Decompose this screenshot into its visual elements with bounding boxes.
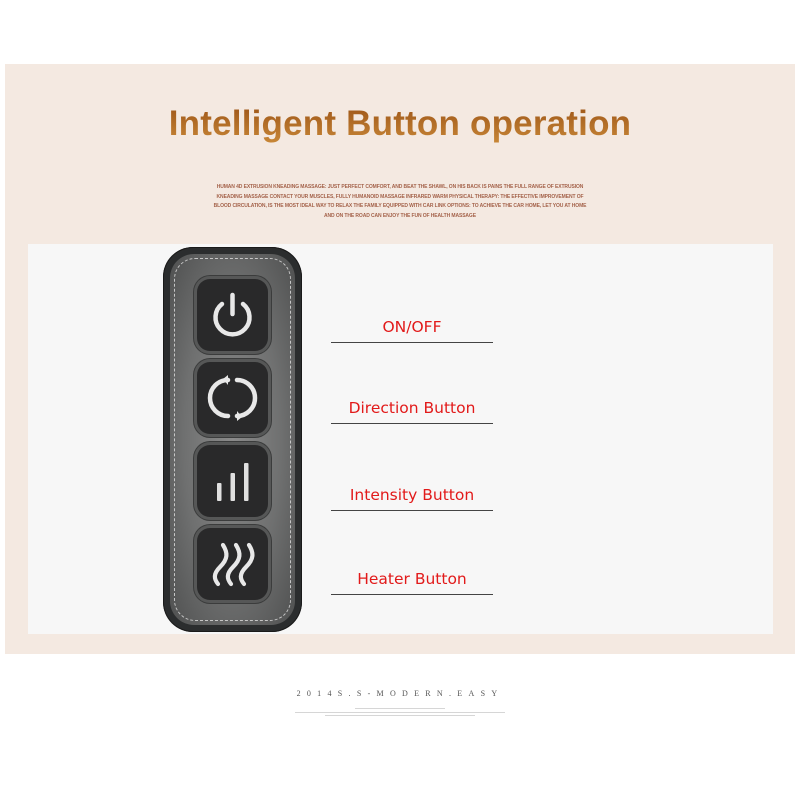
rotate-direction-icon bbox=[207, 375, 258, 421]
footer-fine-print bbox=[295, 708, 505, 720]
label-underline bbox=[331, 594, 493, 595]
label-intensity: Intensity Button bbox=[331, 486, 493, 511]
heat-waves-icon bbox=[212, 542, 255, 587]
heater-button[interactable] bbox=[197, 528, 268, 600]
intensity-button[interactable] bbox=[197, 445, 268, 517]
page-title: Intelligent Button operation bbox=[0, 104, 800, 144]
label-text: Heater Button bbox=[357, 570, 467, 588]
power-icon bbox=[213, 292, 252, 337]
remote-control bbox=[163, 247, 302, 632]
label-underline bbox=[331, 510, 493, 511]
label-heater: Heater Button bbox=[331, 570, 493, 595]
label-text: Direction Button bbox=[348, 399, 476, 417]
label-direction: Direction Button bbox=[331, 399, 493, 424]
footer-brand: 2014S.S-MODERN.EASY bbox=[296, 689, 504, 698]
product-description: Human 4D extrusion kneading massage: jus… bbox=[213, 184, 587, 219]
direction-button[interactable] bbox=[197, 362, 268, 434]
label-underline bbox=[331, 342, 493, 343]
signal-bars-icon bbox=[217, 463, 249, 501]
label-underline bbox=[331, 423, 493, 424]
power-button[interactable] bbox=[197, 279, 268, 351]
label-on-off: ON/OFF bbox=[331, 318, 493, 343]
label-text: Intensity Button bbox=[349, 486, 475, 504]
label-text: ON/OFF bbox=[382, 318, 442, 336]
